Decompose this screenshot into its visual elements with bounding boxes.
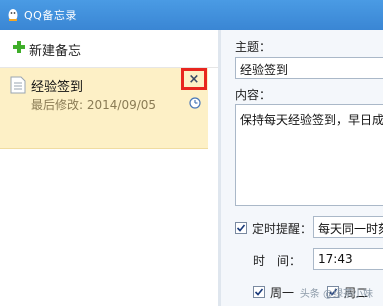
check-icon [254,288,264,296]
time-label: 时 间： [253,254,302,268]
memo-list-panel: 新建备忘 经验签到 最后修改: 2014/09/05 × [0,30,218,306]
window-title: QQ备忘录 [24,9,77,22]
reminder-label: 定时提醒： [252,222,313,236]
watermark: 头条 @绿茶小妹 [299,289,373,300]
new-memo-button[interactable]: 新建备忘 [12,40,82,59]
content-label: 内容： [235,88,272,102]
new-memo-label: 新建备忘 [29,43,82,59]
content-textarea[interactable]: 保持每天经验签到，早日成 [235,104,383,206]
memo-modified-date: 最后修改: 2014/09/05 [31,98,157,112]
time-input[interactable]: 17:43 [313,248,383,270]
subject-label: 主题： [235,40,272,54]
memo-list-item[interactable]: 经验签到 最后修改: 2014/09/05 × [0,68,208,149]
close-icon: × [188,71,200,87]
plus-icon [12,40,26,58]
monday-checkbox[interactable] [253,286,265,298]
qq-penguin-icon [6,7,20,23]
reminder-checkbox[interactable] [235,222,247,234]
delete-memo-button[interactable]: × [181,68,207,90]
title-bar: QQ备忘录 [0,0,383,30]
monday-label: 周一 [270,286,295,300]
check-icon [236,224,246,232]
reminder-frequency-select[interactable]: 每天同一时刻 [313,216,383,238]
subject-input[interactable]: 经验签到 [235,57,383,79]
memo-editor-panel: 主题： 经验签到 内容： 保持每天经验签到，早日成 定时提醒： 每天同一时刻 时… [221,30,383,306]
clock-icon [189,97,201,109]
document-icon [10,76,26,94]
memo-title: 经验签到 [31,80,84,95]
